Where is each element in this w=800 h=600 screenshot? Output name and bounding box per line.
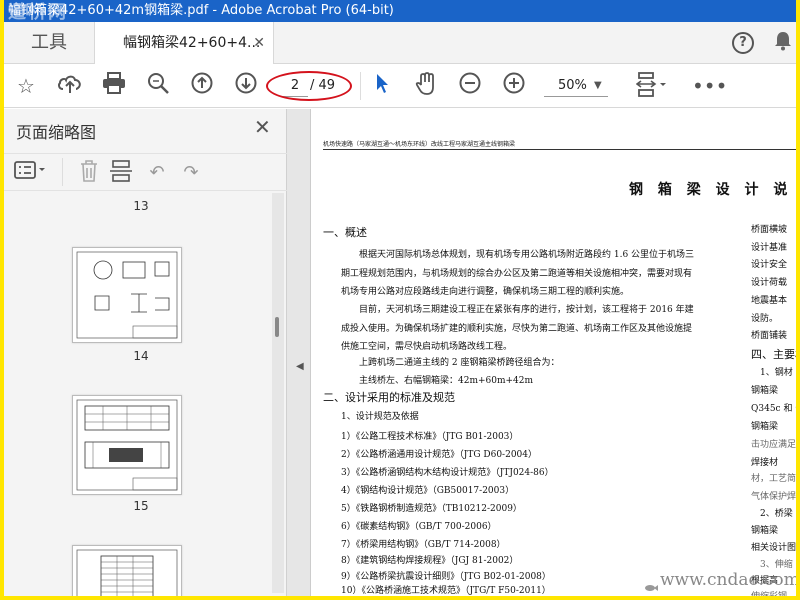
doc-paragraph-line: 4）《钢结构设计规范》（GB50017-2003）	[323, 486, 515, 496]
upload-cloud-icon[interactable]	[56, 72, 84, 100]
tab-row: 工具 幅钢箱梁42+60+4... ✕ ?	[4, 22, 796, 65]
panel-title: 页面缩略图	[16, 123, 97, 142]
doc-paragraph-line: 2）《公路桥涵通用设计规范》（JTG D60-2004）	[323, 450, 538, 460]
doc-right-column-line: 地震基本	[751, 296, 788, 306]
zoom-in-icon[interactable]	[500, 72, 528, 100]
doc-right-column-line: 设计基准	[751, 243, 788, 253]
thumbnail-page-label: 15	[133, 499, 149, 513]
header-rule	[323, 149, 796, 150]
doc-paragraph-line: 1）《公路工程技术标准》（JTG B01-2003）	[323, 432, 519, 442]
select-cursor-icon[interactable]	[368, 72, 396, 100]
thumbnail-panel: 页面缩略图 ✕ ↶ ↷ 13 14 15	[4, 109, 287, 596]
doc-right-column-line: 焊接材	[751, 458, 779, 468]
thumbnail-page-label: 13	[133, 199, 149, 213]
rotate-right-icon[interactable]: ↷	[178, 160, 204, 186]
doc-right-column-line: 设计安全	[751, 260, 788, 270]
highlight-ellipse	[266, 71, 352, 101]
doc-paragraph-line: 根据天河国际机场总体规划，现有机场专用公路机场附近路段约 1.6 公里位于机场三	[323, 250, 695, 260]
doc-paragraph-line: 7）《桥梁用结构钢》（GB/T 714-2008）	[323, 540, 506, 550]
tab-document[interactable]: 幅钢箱梁42+60+4... ✕	[94, 22, 274, 65]
watermark-fish-icon	[644, 578, 658, 591]
acrobat-window: 幅钢箱梁42+60+42m钢箱梁.pdf - Adobe Acrobat Pro…	[4, 0, 796, 596]
panel-close-icon[interactable]: ✕	[254, 115, 271, 139]
watermark-logo: 道桥网	[8, 2, 68, 22]
scrollbar-thumb[interactable]	[275, 317, 279, 337]
doc-right-column-line: 钢箱梁	[751, 526, 779, 536]
delete-page-icon[interactable]	[76, 160, 102, 186]
panel-divider	[62, 158, 63, 186]
bell-icon[interactable]	[774, 31, 792, 56]
doc-right-column-line: 设计荷载	[751, 278, 788, 288]
collapse-left-icon[interactable]: ◀	[296, 361, 304, 372]
search-icon[interactable]	[144, 72, 172, 100]
tab-document-label: 幅钢箱梁42+60+4...	[123, 35, 261, 51]
doc-paragraph-line: 6）《碳素结构钢》（GB/T 700-2006）	[323, 522, 497, 532]
toolbar: ☆ 2 / 49 50% ▼ •••	[4, 64, 796, 108]
doc-paragraph-line: 5）《铁路钢桥制造规范》（TB10212-2009）	[323, 504, 522, 514]
doc-right-column-line: 气体保护焊	[751, 492, 796, 502]
doc-right-column-line: Q345c 和 Q23	[751, 404, 796, 414]
tab-tools[interactable]: 工具	[4, 22, 94, 64]
doc-right-column-line: 四、主要材	[751, 348, 796, 361]
thumbnail-page[interactable]	[72, 395, 182, 495]
doc-right-column-line: 相关设计图	[751, 543, 796, 553]
doc-paragraph-line: 上跨机场二通道主线的 2 座钢箱梁桥跨径组合为：	[323, 358, 560, 368]
doc-paragraph-line: 主线桥左、右幅钢箱梁：42m+60m+42m	[323, 376, 534, 386]
thumbnail-scrollbar[interactable]	[272, 193, 284, 593]
doc-paragraph-line: 8）《建筑钢结构焊接规程》（JGJ 81-2002）	[323, 556, 519, 566]
thumbnail-page[interactable]	[72, 247, 182, 343]
panel-collapse-bar[interactable]: ◀	[287, 109, 311, 596]
toolbar-divider	[360, 72, 361, 100]
site-watermark: www.cndao.com	[660, 570, 796, 590]
doc-right-column-line: 2、桥梁	[751, 509, 793, 519]
doc-heading: 二、设计采用的标准及规范	[323, 391, 455, 404]
doc-paragraph-line: 期工程规划范围内，与机场规划的综合办公区及第二跑道等相关设施相冲突，需要对现有	[323, 269, 693, 279]
document-view[interactable]: 机场快速路（马家湖互通～机场东环线）改线工程马家湖互通主线钢箱梁 钢 箱 梁 设…	[311, 109, 796, 596]
doc-right-column-line: 材，工艺简	[751, 474, 796, 484]
chevron-down-icon[interactable]: ▼	[594, 75, 602, 97]
zoom-out-icon[interactable]	[456, 72, 484, 100]
doc-right-column-line: 伸缩彩钢	[751, 589, 787, 596]
tab-close-icon[interactable]: ✕	[253, 22, 265, 64]
doc-right-column-line: 钢箱梁	[751, 386, 779, 396]
doc-paragraph-line: 成投入使用。为确保机场扩建的顺利实施，尽快为第二跑道、机场南工作区及其他设施提	[323, 324, 693, 334]
doc-paragraph-line: 目前，天河机场三期建设工程正在紧张有序的进行，按计划，该工程将于 2016 年建	[323, 305, 694, 315]
doc-right-column-line: 1、钢材	[751, 368, 793, 378]
doc-right-column-line: 桥面横坡	[751, 225, 788, 235]
doc-paragraph-line: 3）《公路桥涵钢结构木结构设计规范》（JTJ024-86）	[323, 468, 554, 478]
doc-paragraph-line: 供施工空间，需尽快启动机场路改线工程。	[323, 342, 513, 352]
next-page-icon[interactable]	[232, 72, 260, 100]
doc-right-column-line: 3、伸缩	[751, 560, 793, 570]
star-icon[interactable]: ☆	[12, 72, 40, 100]
page-display-icon[interactable]	[634, 72, 670, 100]
previous-page-icon[interactable]	[188, 72, 216, 100]
thumbnail-page[interactable]	[72, 545, 182, 596]
doc-right-column-line: 击功应满足	[751, 440, 796, 450]
doc-title: 钢 箱 梁 设 计 说 明	[629, 182, 796, 198]
doc-right-column-line: 桥面铺装	[751, 331, 788, 341]
doc-paragraph-line: 1、设计规范及依据	[323, 412, 419, 422]
hand-tool-icon[interactable]	[412, 72, 440, 100]
doc-paragraph-line: 机场专用公路对应段路线走向进行调整，确保机场三期工程的顺利实施。	[323, 287, 630, 297]
doc-running-header: 机场快速路（马家湖互通～机场东环线）改线工程马家湖互通主线钢箱梁	[323, 141, 516, 148]
print-icon[interactable]	[100, 72, 128, 100]
doc-heading: 一、概述	[323, 226, 367, 239]
title-bar: 幅钢箱梁42+60+42m钢箱梁.pdf - Adobe Acrobat Pro…	[4, 0, 796, 22]
thumbnail-page-label: 14	[133, 349, 149, 363]
rotate-left-icon[interactable]: ↶	[144, 160, 170, 186]
panel-tools: ↶ ↷	[4, 153, 287, 191]
insert-page-icon[interactable]	[108, 160, 134, 186]
doc-right-column-line: 设防。	[751, 314, 779, 324]
doc-right-column-line: 钢箱梁	[751, 422, 779, 432]
more-options-icon[interactable]: •••	[692, 72, 727, 100]
help-icon[interactable]: ?	[732, 32, 754, 54]
thumbnail-options-icon[interactable]	[14, 160, 48, 186]
